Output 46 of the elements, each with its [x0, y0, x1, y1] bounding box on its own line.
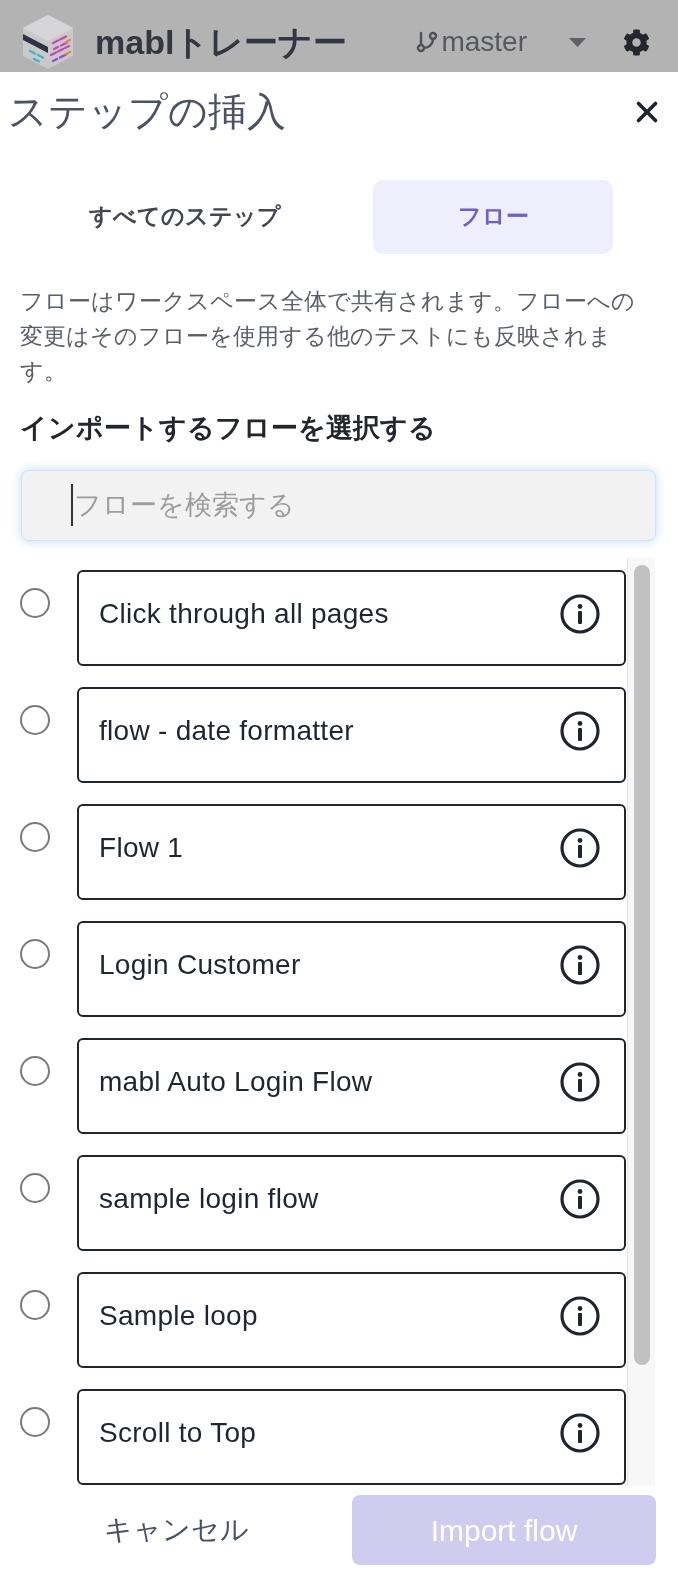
info-icon[interactable] — [560, 711, 600, 751]
info-icon[interactable] — [560, 945, 600, 985]
flow-card[interactable]: sample login flow — [77, 1155, 626, 1251]
radio-button[interactable] — [20, 939, 50, 969]
list-heading: インポートするフローを選択する — [19, 411, 437, 445]
flow-name: sample login flow — [99, 1182, 319, 1216]
scrollbar-thumb[interactable] — [633, 565, 650, 1365]
info-icon[interactable] — [560, 594, 600, 634]
flow-card[interactable]: Sample loop — [77, 1272, 626, 1368]
radio-button[interactable] — [20, 822, 50, 852]
text-cursor-icon — [71, 484, 73, 526]
cube-logo-icon — [20, 13, 76, 71]
tab[interactable]: フロー — [373, 180, 613, 254]
flow-card[interactable]: Scroll to Top — [77, 1389, 626, 1485]
info-icon[interactable] — [560, 1413, 600, 1453]
radio-button[interactable] — [20, 1056, 50, 1086]
description-text: フローはワークスペース全体で共有されます。フローへの変更はそのフローを使用する他のテストにも反映されます。 — [20, 287, 636, 386]
info-icon[interactable] — [560, 828, 600, 868]
radio-button[interactable] — [20, 1407, 50, 1437]
radio-button[interactable] — [20, 705, 50, 735]
dropdown-caret-icon[interactable] — [569, 37, 586, 47]
info-icon[interactable] — [560, 1296, 600, 1336]
info-icon[interactable] — [560, 1179, 600, 1219]
flow-card[interactable]: Flow 1 — [77, 804, 626, 900]
radio-button[interactable] — [20, 588, 50, 618]
tab[interactable]: すべてのステップ — [65, 180, 305, 254]
info-icon[interactable] — [560, 1062, 600, 1102]
settings-icon[interactable] — [623, 28, 650, 56]
cancel-button[interactable]: キャンセル — [95, 1505, 257, 1555]
flow-name: Login Customer — [99, 948, 301, 982]
app-title: mablトレーナー — [95, 25, 348, 59]
search-field[interactable]: フローを検索する — [21, 470, 656, 541]
flow-name: flow - date formatter — [99, 714, 354, 748]
flow-name: Click through all pages — [99, 597, 389, 631]
branch-icon — [415, 30, 440, 54]
dialog-title: ステップの挿入 — [8, 92, 286, 132]
flow-card[interactable]: Click through all pages — [77, 570, 626, 666]
flow-name: Sample loop — [99, 1299, 258, 1333]
flow-name: mabl Auto Login Flow — [99, 1065, 373, 1099]
flow-card[interactable]: Login Customer — [77, 921, 626, 1017]
radio-button[interactable] — [20, 1290, 50, 1320]
flow-card[interactable]: mabl Auto Login Flow — [77, 1038, 626, 1134]
flow-name: Scroll to Top — [99, 1416, 257, 1450]
radio-button[interactable] — [20, 1173, 50, 1203]
flow-name: Flow 1 — [99, 831, 184, 865]
flow-card[interactable]: flow - date formatter — [77, 687, 626, 783]
